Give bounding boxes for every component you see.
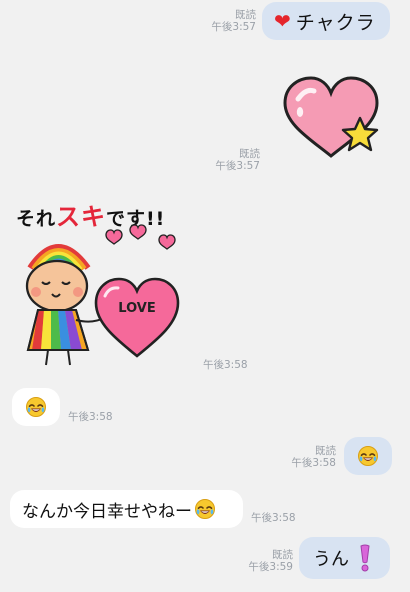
read-receipt: 既読 — [315, 445, 336, 457]
message-time: 午後3:58 — [203, 359, 248, 371]
message-bubble-laugh-emoji-out[interactable] — [344, 437, 392, 475]
girl-holding-heart-icon: LOVE — [25, 224, 180, 366]
laughing-face-icon — [195, 499, 215, 519]
read-time-m7: 既読 午後3:59 — [223, 549, 293, 573]
message-text: うん — [313, 549, 349, 570]
message-time: 午後3:57 — [215, 160, 260, 172]
exclamation-mark-icon — [360, 544, 370, 572]
heart-sticker[interactable] — [280, 75, 385, 161]
time-m3: 午後3:58 — [203, 359, 273, 371]
message-time: 午後3:57 — [211, 21, 256, 33]
message-text: チャクラ — [295, 11, 376, 34]
read-time-m1: 既読 午後3:57 — [186, 9, 256, 33]
message-time: 午後3:58 — [291, 457, 336, 469]
time-m4: 午後3:58 — [68, 411, 138, 423]
message-bubble-un[interactable]: うん — [299, 537, 390, 579]
heart-icon: ❤ — [274, 9, 291, 33]
time-m6: 午後3:58 — [251, 512, 321, 524]
love-sticker[interactable]: それスキです!! LOVE — [10, 197, 195, 369]
read-receipt: 既読 — [239, 148, 260, 160]
sticker-heart-icon — [283, 76, 379, 158]
read-time-m5: 既読 午後3:58 — [266, 445, 336, 469]
message-bubble-laugh-emoji[interactable] — [12, 388, 60, 426]
read-receipt: 既読 — [235, 9, 256, 21]
read-receipt: 既読 — [272, 549, 293, 561]
read-time-m2: 既読 午後3:57 — [190, 148, 260, 172]
message-bubble-chakra[interactable]: ❤ チャクラ — [262, 2, 390, 40]
laughing-face-icon — [26, 397, 46, 417]
message-time: 午後3:59 — [248, 561, 293, 573]
laughing-face-icon — [358, 446, 378, 466]
love-label: LOVE — [118, 301, 155, 316]
message-time: 午後3:58 — [251, 512, 296, 524]
message-bubble-happy-today[interactable]: なんか今日幸せやねー — [10, 490, 243, 528]
message-text: なんか今日幸せやねー — [22, 501, 192, 522]
message-time: 午後3:58 — [68, 411, 113, 423]
